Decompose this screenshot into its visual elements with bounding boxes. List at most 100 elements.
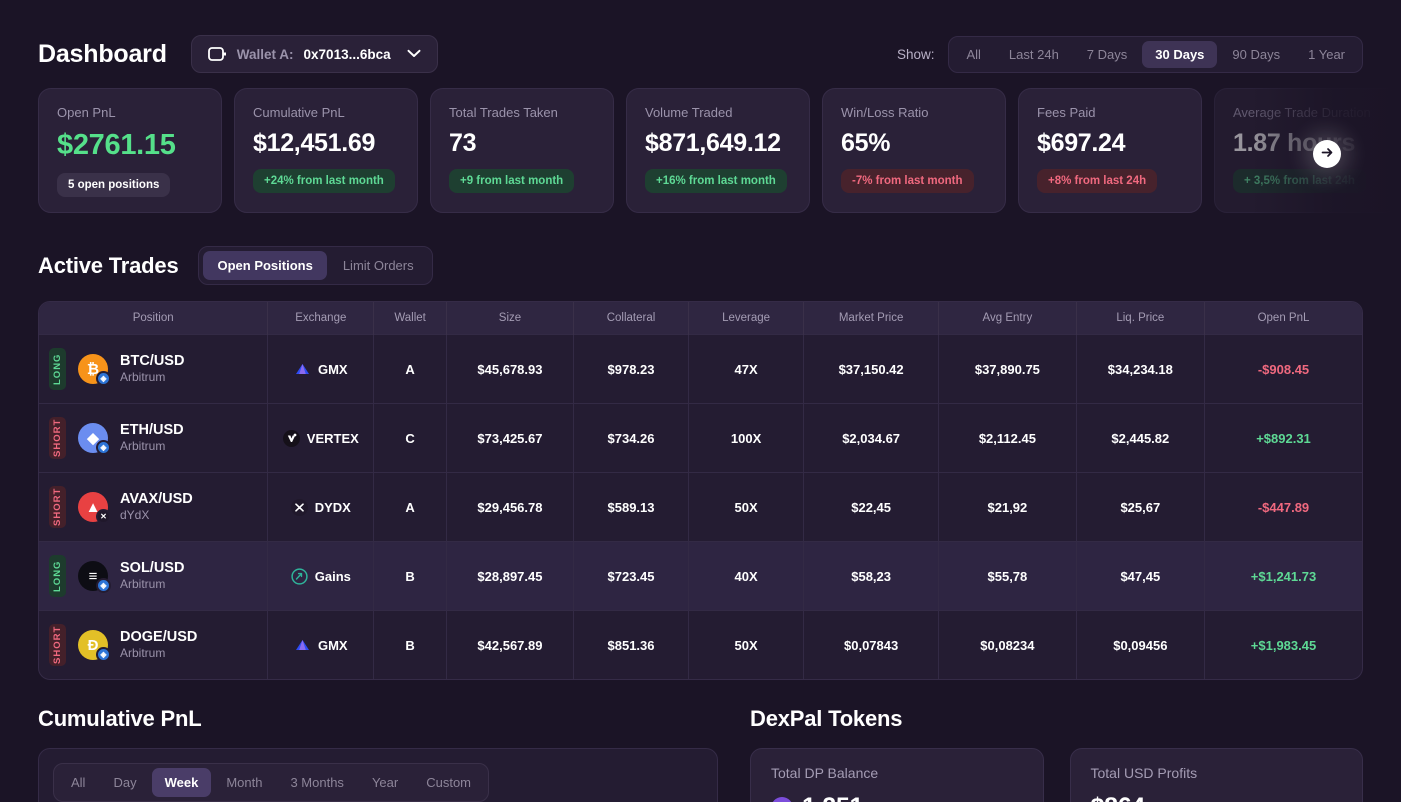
exchange-name: GMX [317,637,348,653]
position-pair: ETH/USD [120,422,184,439]
dexpal-tokens-title: DexPal Tokens [750,706,903,731]
open-pnl-cell: +$892.31 [1204,403,1362,473]
column-header[interactable]: Exchange [267,302,375,335]
size-cell: $42,567.89 [446,610,574,679]
token-card: Total USD Profits $864 [1069,748,1363,802]
stat-card-value: 1.87 hours [1233,129,1356,157]
column-header[interactable]: Collateral [573,302,690,335]
pnl-range-day[interactable]: Day [100,768,149,797]
pnl-range-month[interactable]: Month [213,768,275,797]
avg-entry-cell: $21,92 [938,472,1077,542]
side-badge: SHORT [49,624,66,666]
pnl-range-custom[interactable]: Custom [413,768,484,797]
pnl-range-all[interactable]: All [58,768,98,797]
dydx-logo-icon [290,498,308,516]
stat-card-value: 73 [449,129,477,157]
stat-card-badge: 5 open positions [57,173,171,197]
collateral-cell: $734.26 [573,403,690,473]
range-button-all[interactable]: All [953,41,993,68]
stat-card-badge: -7% from last month [841,169,974,193]
cumulative-pnl-title: Cumulative PnL [38,706,202,731]
table-row[interactable]: SHORT ◆ ◈ ETH/USD Arbitrum VERTEX C $73,425.67 $… [39,403,1362,473]
chain-badge-arbitrum: ◈ [96,371,111,386]
column-header[interactable]: Avg Entry [938,302,1077,335]
position-cell: SHORT Đ ◈ DOGE/USD Arbitrum [39,610,269,679]
stat-card-badge: +9 from last month [449,169,575,193]
tab-open-positions[interactable]: Open Positions [203,251,327,280]
active-trades-header: Active Trades Open Positions Limit Orders [38,246,1363,285]
pnl-range-3-months[interactable]: 3 Months [277,768,356,797]
stat-cards-row: Open PnL $2761.15 5 open positions Cumulati… [38,88,1398,213]
wallet-label: Wallet A: [236,46,294,62]
wallet-icon [207,46,227,62]
position-chain: Arbitrum [120,439,166,454]
market-price-cell: $2,034.67 [803,403,940,473]
token-card-label: Total USD Profits [1090,765,1198,781]
stat-card-label: Cumulative PnL [253,105,345,120]
avg-entry-cell: $2,112.45 [938,403,1077,473]
collateral-cell: $723.45 [573,541,690,611]
exchange-cell: VERTEX [267,403,375,473]
stat-card-label: Average Trade Duration [1233,105,1371,120]
position-pair: BTC/USD [120,353,185,370]
stat-card-badge: +16% from last month [645,169,787,193]
chain-badge-arbitrum: ◈ [96,647,111,662]
pnl-range-control: All Day Week Month 3 Months Year Custom [53,763,490,802]
table-body: LONG ₿ ◈ BTC/USD Arbitrum GMX A $45,678.93 $978.… [39,334,1362,679]
wallet-cell: A [373,334,447,404]
show-label: Show: [896,46,935,62]
table-row[interactable]: SHORT ▲ ✕ AVAX/USD dYdX DYDX A $29,456.78 $589.1… [39,472,1362,542]
column-header[interactable]: Leverage [688,302,805,335]
range-button-7-days[interactable]: 7 Days [1074,41,1140,68]
wallet-selector[interactable]: Wallet A: 0x7013...6bca [190,35,438,73]
chain-badge-arbitrum: ◈ [96,578,111,593]
position-cell: SHORT ▲ ✕ AVAX/USD dYdX [39,472,269,542]
collateral-cell: $589.13 [573,472,690,542]
table-row[interactable]: LONG ₿ ◈ BTC/USD Arbitrum GMX A $45,678.93 $978.… [39,334,1362,404]
avg-entry-cell: $37,890.75 [938,334,1077,404]
stat-card: Open PnL $2761.15 5 open positions [38,88,222,213]
tab-limit-orders[interactable]: Limit Orders [329,251,428,280]
stat-card-label: Total Trades Taken [449,105,558,120]
coin-avatar: ◆ ◈ [78,423,111,455]
side-badge: LONG [49,555,66,597]
table-row[interactable]: LONG ≡ ◈ SOL/USD Arbitrum Gains B $28,897.45 $72… [39,541,1362,611]
column-header[interactable]: Liq. Price [1076,302,1206,335]
column-header[interactable]: Wallet [373,302,447,335]
stat-card-value: $871,649.12 [645,129,781,157]
coin-avatar: ≡ ◈ [78,561,111,593]
position-pair: SOL/USD [120,560,185,577]
active-trades-tabs: Open Positions Limit Orders [198,246,433,285]
pnl-range-week[interactable]: Week [151,768,212,797]
position-pair: DOGE/USD [120,629,198,646]
position-chain: Arbitrum [120,577,166,592]
bottom-section: Cumulative PnL All Day Week Month 3 Months Ye… [38,706,1363,802]
exchange-cell: DYDX [267,472,375,542]
column-header[interactable]: Position [39,302,269,335]
column-header[interactable]: Open PnL [1204,302,1362,335]
pnl-range-year[interactable]: Year [359,768,411,797]
page-title: Dashboard [38,39,167,68]
carousel-next-button[interactable] [1313,140,1341,168]
stat-card-badge: + 3,5% from last 24h [1233,169,1366,193]
avg-entry-cell: $55,78 [938,541,1077,611]
column-header[interactable]: Size [446,302,574,335]
leverage-cell: 100X [688,403,805,473]
range-button-30-days[interactable]: 30 Days [1142,40,1218,68]
market-price-cell: $58,23 [803,541,940,611]
collateral-cell: $978.23 [573,334,690,404]
column-header[interactable]: Market Price [803,302,940,335]
range-button-last-24h[interactable]: Last 24h [996,41,1072,68]
range-segmented-control: All Last 24h 7 Days 30 Days 90 Days 1 Year [948,35,1363,73]
page-header: Dashboard Wallet A: 0x7013...6bca Show: … [38,0,1363,86]
token-card-value: 1,251 [802,793,863,802]
liq-price-cell: $2,445.82 [1076,403,1206,473]
liq-price-cell: $47,45 [1076,541,1206,611]
open-pnl-cell: -$908.45 [1204,334,1362,404]
wallet-cell: B [373,610,447,679]
dp-token-icon: ◉ [771,796,793,802]
token-card: Total DP Balance ◉ 1,251 [750,748,1044,802]
table-row[interactable]: SHORT Đ ◈ DOGE/USD Arbitrum GMX B $42,567.89 $85… [39,610,1362,679]
range-button-1-year[interactable]: 1 Year [1295,41,1358,68]
range-button-90-days[interactable]: 90 Days [1219,41,1293,68]
